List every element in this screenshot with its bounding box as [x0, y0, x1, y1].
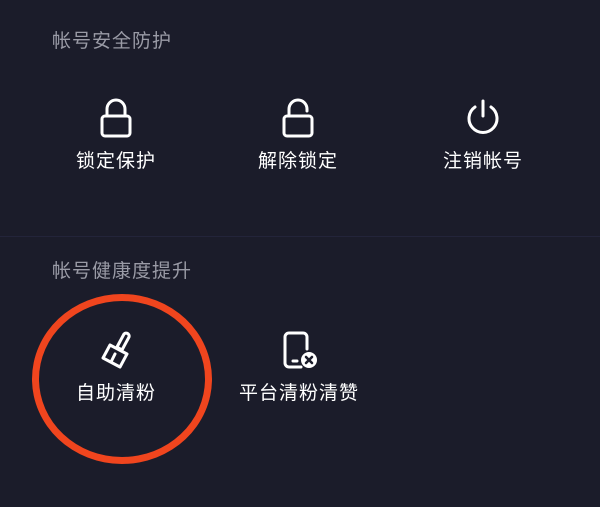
lock-protection-label: 锁定保护 — [75, 150, 156, 172]
section-divider — [0, 236, 600, 237]
platform-clean-fans-likes-button[interactable]: 平台清粉清赞 — [224, 328, 374, 403]
unlock-icon — [276, 96, 320, 140]
cancel-account-label: 注销帐号 — [442, 150, 523, 172]
cancel-account-button[interactable]: 注销帐号 — [408, 96, 558, 171]
unlock-button[interactable]: 解除锁定 — [223, 96, 373, 171]
power-icon — [461, 96, 505, 140]
platform-clean-fans-likes-label: 平台清粉清赞 — [238, 382, 359, 404]
lock-protection-button[interactable]: 锁定保护 — [41, 96, 191, 171]
self-clean-fans-label: 自助清粉 — [75, 382, 156, 404]
brush-icon — [94, 328, 138, 372]
section-title-account-health: 帐号健康度提升 — [52, 260, 193, 282]
lock-icon — [94, 96, 138, 140]
self-clean-fans-button[interactable]: 自助清粉 — [41, 328, 191, 403]
section-title-account-security: 帐号安全防护 — [52, 30, 173, 52]
unlock-label: 解除锁定 — [257, 150, 338, 172]
phone-remove-icon — [277, 328, 321, 372]
